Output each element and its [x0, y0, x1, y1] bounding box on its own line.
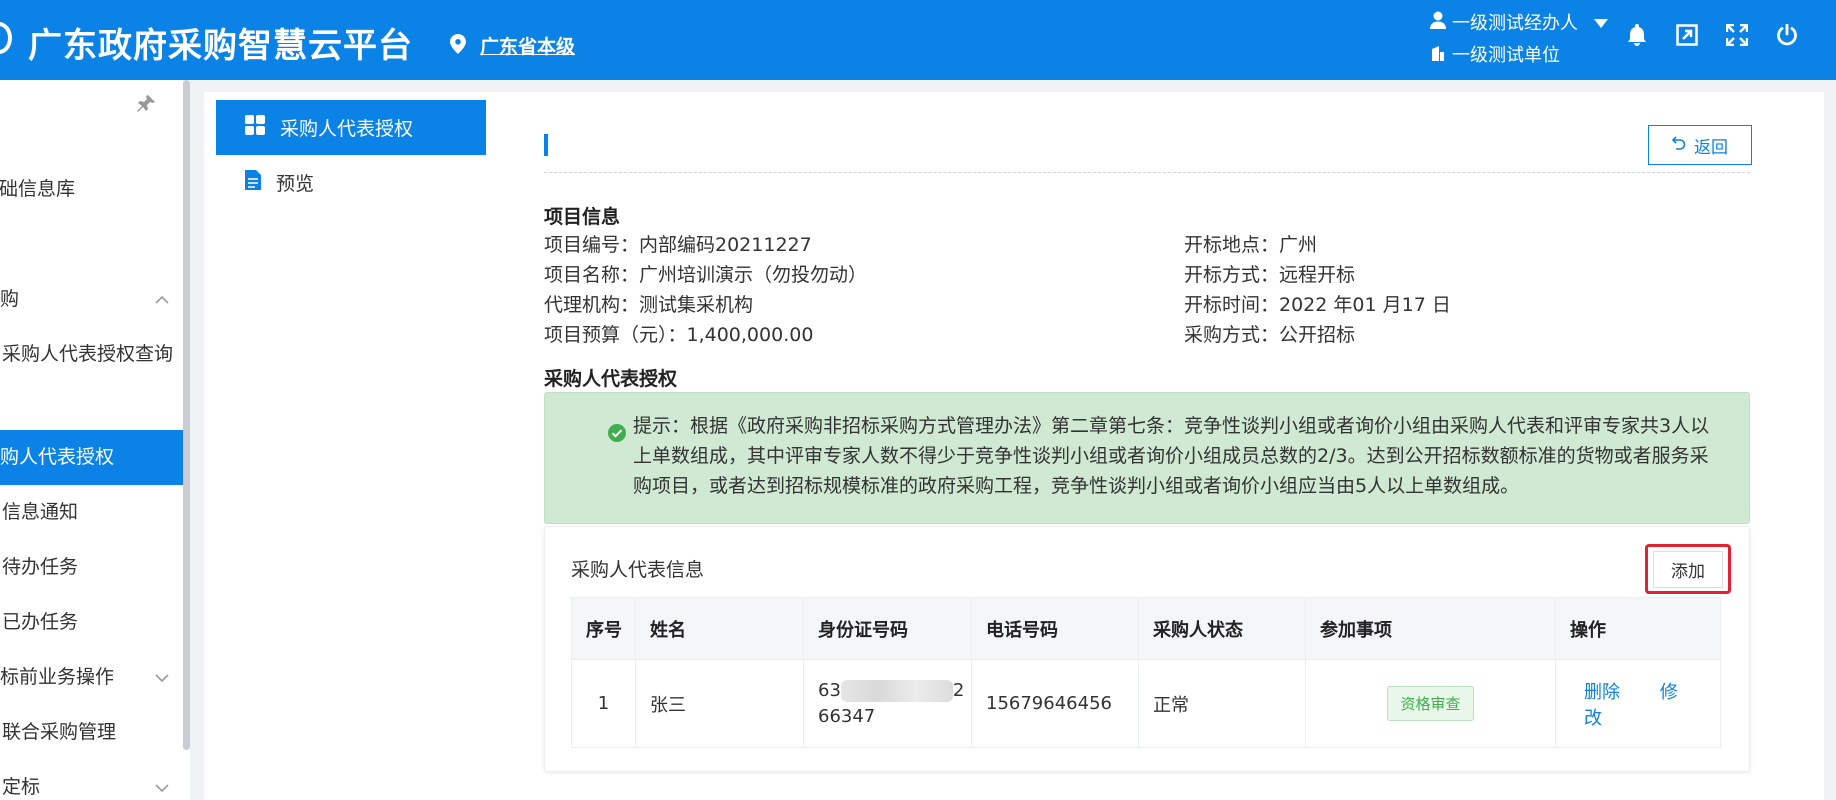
- sidebar-scrollbar[interactable]: [183, 80, 190, 750]
- external-window-icon[interactable]: [1674, 22, 1700, 48]
- chevron-down-icon: [155, 760, 169, 800]
- app-title: 广东政府采购智慧云平台: [28, 26, 413, 66]
- sidebar-item-done[interactable]: 已办任务: [0, 595, 183, 650]
- chevron-up-icon: [155, 272, 169, 327]
- user-info[interactable]: 一级测试经办人 一级测试单位: [1430, 8, 1608, 72]
- main-content: 返回 项目信息 项目编号：内部编码20211227 项目名称：广州培训演示（勿投…: [544, 92, 1754, 800]
- user-unit-row: 一级测试单位: [1430, 40, 1608, 72]
- agency: 代理机构：测试集采机构: [544, 294, 754, 316]
- tip-text: 提示：根据《政府采购非招标采购方式管理办法》第二章第七条：竞争性谈判小组或者询价…: [633, 415, 1710, 497]
- add-button[interactable]: 添加: [1653, 551, 1723, 588]
- status-badge: 资格审查: [1387, 686, 1474, 721]
- col-id: 身份证号码: [803, 597, 972, 660]
- col-name: 姓名: [635, 597, 804, 660]
- bid-time: 开标时间：2022 年01 月17 日: [1184, 294, 1451, 316]
- user-name: 一级测试经办人: [1452, 13, 1578, 34]
- bid-location: 开标地点：广州: [1184, 234, 1318, 256]
- sidebar-item-purchase[interactable]: 采购: [0, 272, 183, 327]
- grid-icon: [244, 114, 266, 141]
- chevron-down-icon[interactable]: [1594, 8, 1608, 40]
- top-header: 广东政府采购智慧云平台 广东省本级 一级测试经办人 一级测试单位: [0, 0, 1836, 80]
- project-budget: 项目预算（元）：1,400,000.00: [544, 324, 814, 346]
- sidebar-item-basic-info[interactable]: 基础信息库: [0, 162, 183, 217]
- check-circle-icon: [607, 423, 627, 443]
- sidebar-item-pre-bid[interactable]: 开标前业务操作: [0, 650, 183, 705]
- sidebar-item-auth-query[interactable]: 采购人代表授权查询: [0, 327, 183, 382]
- col-items: 参加事项: [1305, 597, 1556, 660]
- location-pin-icon: [450, 33, 466, 58]
- fullscreen-icon[interactable]: [1724, 22, 1750, 48]
- page-title-marker: [544, 134, 548, 156]
- location-selector[interactable]: 广东省本级: [450, 32, 575, 59]
- card-title: 采购人代表信息: [571, 559, 705, 581]
- cell-id: 63 2 66347: [803, 659, 972, 748]
- cell-status: 正常: [1138, 659, 1306, 748]
- project-name: 项目名称：广州培训演示（勿投勿动）: [544, 264, 868, 286]
- back-button[interactable]: 返回: [1648, 125, 1752, 165]
- project-section-title: 项目信息: [544, 206, 621, 228]
- building-icon: [1430, 40, 1446, 72]
- sidebar-item-joint-purchase[interactable]: 联合采购管理: [0, 705, 183, 760]
- return-icon: [1671, 135, 1686, 155]
- subnav-label: 预览: [276, 173, 315, 195]
- project-info-right: 开标地点：广州 开标方式：远程开标 开标时间：2022 年01 月17 日 采购…: [1184, 230, 1451, 350]
- document-icon: [244, 169, 262, 196]
- col-phone: 电话号码: [971, 597, 1139, 660]
- bid-method: 开标方式：远程开标: [1184, 264, 1356, 286]
- subnav-label: 采购人代表授权: [280, 118, 414, 140]
- header-actions: [1624, 22, 1800, 48]
- sidebar-item-award[interactable]: 定标: [0, 760, 183, 800]
- representative-table: 序号 姓名 身份证号码 电话号码 采购人状态 参加事项 操作 1 张三 63 2…: [571, 597, 1721, 748]
- divider: [544, 172, 1750, 173]
- cell-index: 1: [571, 659, 636, 748]
- chevron-down-icon: [155, 650, 169, 705]
- auth-section-title: 采购人代表授权: [544, 368, 678, 390]
- power-icon[interactable]: [1774, 22, 1800, 48]
- sidebar-item-todo[interactable]: 待办任务: [0, 540, 183, 595]
- cell-phone: 15679646456: [971, 659, 1139, 748]
- sidebar-item-auth[interactable]: 采购人代表授权: [0, 430, 183, 485]
- table-header-row: 序号 姓名 身份证号码 电话号码 采购人状态 参加事项 操作: [571, 597, 1721, 660]
- cell-name: 张三: [635, 659, 804, 748]
- sidebar-item-notice[interactable]: 信息通知: [0, 485, 183, 540]
- col-index: 序号: [571, 597, 636, 660]
- sub-navigation: 采购人代表授权 预览: [216, 100, 486, 210]
- delete-link[interactable]: 删除: [1584, 682, 1620, 703]
- user-unit: 一级测试单位: [1452, 45, 1560, 66]
- subnav-item-auth[interactable]: 采购人代表授权: [216, 100, 486, 155]
- cell-items: 资格审查: [1305, 659, 1556, 748]
- purchase-method: 采购方式：公开招标: [1184, 324, 1356, 346]
- project-info-left: 项目编号：内部编码20211227 项目名称：广州培训演示（勿投勿动） 代理机构…: [544, 230, 867, 350]
- col-status: 采购人状态: [1138, 597, 1306, 660]
- table-row: 1 张三 63 2 66347 15679646456 正常 资格审查 删除 修…: [571, 659, 1721, 748]
- left-sidebar: 基础信息库 管理 采购 采购人代表授权查询 采购人代表授权 信息通知 待办任务 …: [0, 80, 190, 800]
- pin-icon[interactable]: [136, 94, 156, 118]
- sidebar-item-manage[interactable]: 管理: [0, 217, 183, 272]
- project-code: 项目编号：内部编码20211227: [544, 234, 812, 256]
- user-icon: [1430, 8, 1446, 40]
- representative-card: 采购人代表信息 添加 序号 姓名 身份证号码 电话号码 采购人状态 参加事项 操…: [544, 526, 1750, 772]
- location-label[interactable]: 广东省本级: [480, 32, 575, 59]
- redaction-blur: [840, 679, 953, 702]
- user-name-row[interactable]: 一级测试经办人: [1430, 8, 1608, 40]
- col-actions: 操作: [1555, 597, 1721, 660]
- subnav-item-preview[interactable]: 预览: [216, 155, 486, 210]
- tip-banner: 提示：根据《政府采购非招标采购方式管理办法》第二章第七条：竞争性谈判小组或者询价…: [544, 392, 1750, 524]
- cell-actions: 删除 修改: [1555, 659, 1721, 748]
- logo-icon: [0, 22, 12, 54]
- bell-icon[interactable]: [1624, 22, 1650, 48]
- content-panel: 采购人代表授权 预览 返回 项目信息 项目编号：内部编码20211227 项目名…: [204, 92, 1824, 800]
